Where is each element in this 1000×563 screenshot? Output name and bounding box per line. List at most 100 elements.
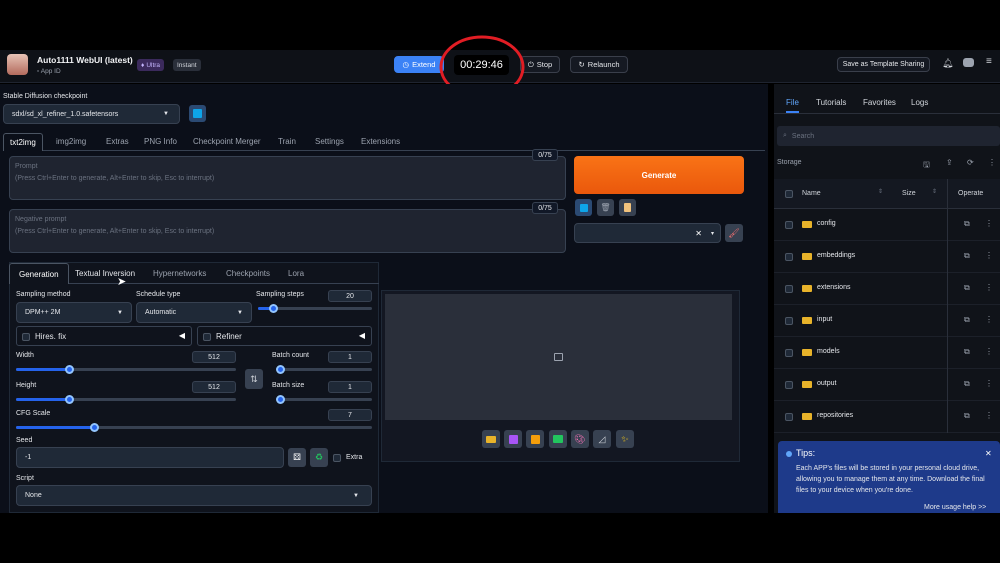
file-name[interactable]: embeddings [817,252,855,259]
hires-fix-checkbox[interactable] [22,333,30,341]
file-row[interactable]: input ⧉ ⋮ [774,305,1000,337]
tab-lora[interactable]: Lora [288,263,304,284]
discord-icon[interactable] [963,58,974,67]
height-slider[interactable] [16,395,236,404]
file-row[interactable]: embeddings ⧉ ⋮ [774,241,1000,273]
tab-extras[interactable]: Extras [106,133,129,149]
slider-handle[interactable] [269,304,278,313]
file-row[interactable]: config ⧉ ⋮ [774,209,1000,241]
size-column-header[interactable]: Size [902,190,916,197]
height-input[interactable]: 512 [192,381,236,393]
refiner-accordion[interactable]: Refiner ◀ [197,326,372,346]
file-name[interactable]: extensions [817,284,850,291]
tab-txt2img[interactable]: txt2img [3,133,43,151]
width-input[interactable]: 512 [192,351,236,363]
slider-handle[interactable] [65,365,74,374]
row-checkbox[interactable] [785,317,793,325]
file-name[interactable]: repositories [817,412,853,419]
sort-icon[interactable]: ⇕ [878,188,883,195]
copy-icon[interactable]: ⧉ [964,283,970,293]
save-template-button[interactable]: Save as Template Sharing [837,57,930,72]
more-usage-help-link[interactable]: More usage help >> [924,504,986,511]
more-icon[interactable]: ⋮ [985,411,993,420]
copy-icon[interactable]: ⧉ [964,379,970,389]
sampling-steps-slider[interactable] [258,304,372,313]
random-seed-button[interactable]: ⚄ [288,448,306,467]
tab-train[interactable]: Train [278,133,296,149]
stop-button[interactable]: ⏻ Stop [520,56,560,73]
row-checkbox[interactable] [785,285,793,293]
file-name[interactable]: output [817,380,836,387]
apply-style-button[interactable] [575,199,592,216]
swap-dimensions-button[interactable]: ⇅ [245,369,263,389]
refresh-checkpoint-button[interactable] [189,105,206,122]
tab-extensions[interactable]: Extensions [361,133,400,149]
clear-x-icon[interactable]: ✕ [695,229,702,238]
batch-count-input[interactable]: 1 [328,351,372,363]
more-icon[interactable]: ⋮ [988,158,996,167]
row-checkbox[interactable] [785,253,793,261]
hires-fix-accordion[interactable]: Hires. fix ◀ [16,326,192,346]
width-slider[interactable] [16,365,236,374]
tab-file[interactable]: File [786,94,799,113]
send-to-img2img-button[interactable] [549,430,567,448]
checkpoint-select[interactable]: sdxl/sd_xl_refiner_1.0.safetensors ▼ [3,104,180,124]
styles-select[interactable]: ✕ ▾ [574,223,721,243]
slider-handle[interactable] [276,365,285,374]
tab-img2img[interactable]: img2img [56,133,86,149]
paste-button[interactable] [619,199,636,216]
send-to-inpaint-button[interactable]: 🎨︎ [571,430,589,448]
more-icon[interactable]: ⋮ [985,315,993,324]
tab-tutorials[interactable]: Tutorials [816,94,846,110]
file-row[interactable]: repositories ⧉ ⋮ [774,401,1000,433]
schedule-type-select[interactable]: Automatic ▼ [136,302,252,323]
relaunch-button[interactable]: ↻ Relaunch [570,56,628,73]
row-checkbox[interactable] [785,221,793,229]
slider-handle[interactable] [276,395,285,404]
file-row[interactable]: models ⧉ ⋮ [774,337,1000,369]
sync-icon[interactable]: ⟳ [967,158,974,167]
save-button[interactable] [504,430,522,448]
seed-input[interactable]: -1 [16,447,284,468]
copy-icon[interactable]: ⧉ [964,411,970,421]
select-all-checkbox[interactable] [785,190,793,198]
file-row[interactable]: extensions ⧉ ⋮ [774,273,1000,305]
tab-png-info[interactable]: PNG Info [144,133,177,149]
menu-icon[interactable]: ≡ [986,56,992,67]
extend-button[interactable]: ◷ Extend [394,56,444,73]
clear-prompt-button[interactable]: 🗑︎ [597,199,614,216]
copy-icon[interactable]: ⧉ [964,347,970,357]
sampling-steps-input[interactable]: 20 [328,290,372,302]
bell-icon[interactable]: 🔔︎ [942,58,953,69]
tab-hypernetworks[interactable]: Hypernetworks [153,263,206,284]
row-checkbox[interactable] [785,413,793,421]
open-folder-button[interactable] [482,430,500,448]
batch-count-slider[interactable] [276,365,372,374]
more-icon[interactable]: ⋮ [985,251,993,260]
prompt-input[interactable]: Prompt (Press Ctrl+Enter to generate, Al… [9,156,566,200]
file-row[interactable]: output ⧉ ⋮ [774,369,1000,401]
more-icon[interactable]: ⋮ [985,219,993,228]
tab-generation[interactable]: Generation [9,263,69,284]
tab-settings[interactable]: Settings [315,133,344,149]
name-column-header[interactable]: Name [802,190,821,197]
sampling-method-select[interactable]: DPM++ 2M ▼ [16,302,132,323]
file-name[interactable]: config [817,220,836,227]
more-icon[interactable]: ⋮ [985,347,993,356]
copy-icon[interactable]: ⧉ [964,251,970,261]
tab-checkpoints[interactable]: Checkpoints [226,263,270,284]
batch-size-input[interactable]: 1 [328,381,372,393]
tab-logs[interactable]: Logs [911,94,928,110]
zip-button[interactable] [526,430,544,448]
extra-seed-checkbox[interactable] [333,454,341,462]
upscale-button[interactable]: ✨︎ [616,430,634,448]
negative-prompt-input[interactable]: Negative prompt (Press Ctrl+Enter to gen… [9,209,566,253]
storage-icon[interactable]: 🖫︎ [923,159,930,173]
file-name[interactable]: input [817,316,832,323]
sort-icon[interactable]: ⇕ [932,188,937,195]
batch-size-slider[interactable] [276,395,372,404]
generate-button[interactable]: Generate [574,156,744,194]
script-select[interactable]: None ▼ [16,485,372,506]
tab-checkpoint-merger[interactable]: Checkpoint Merger [193,133,261,149]
row-checkbox[interactable] [785,381,793,389]
